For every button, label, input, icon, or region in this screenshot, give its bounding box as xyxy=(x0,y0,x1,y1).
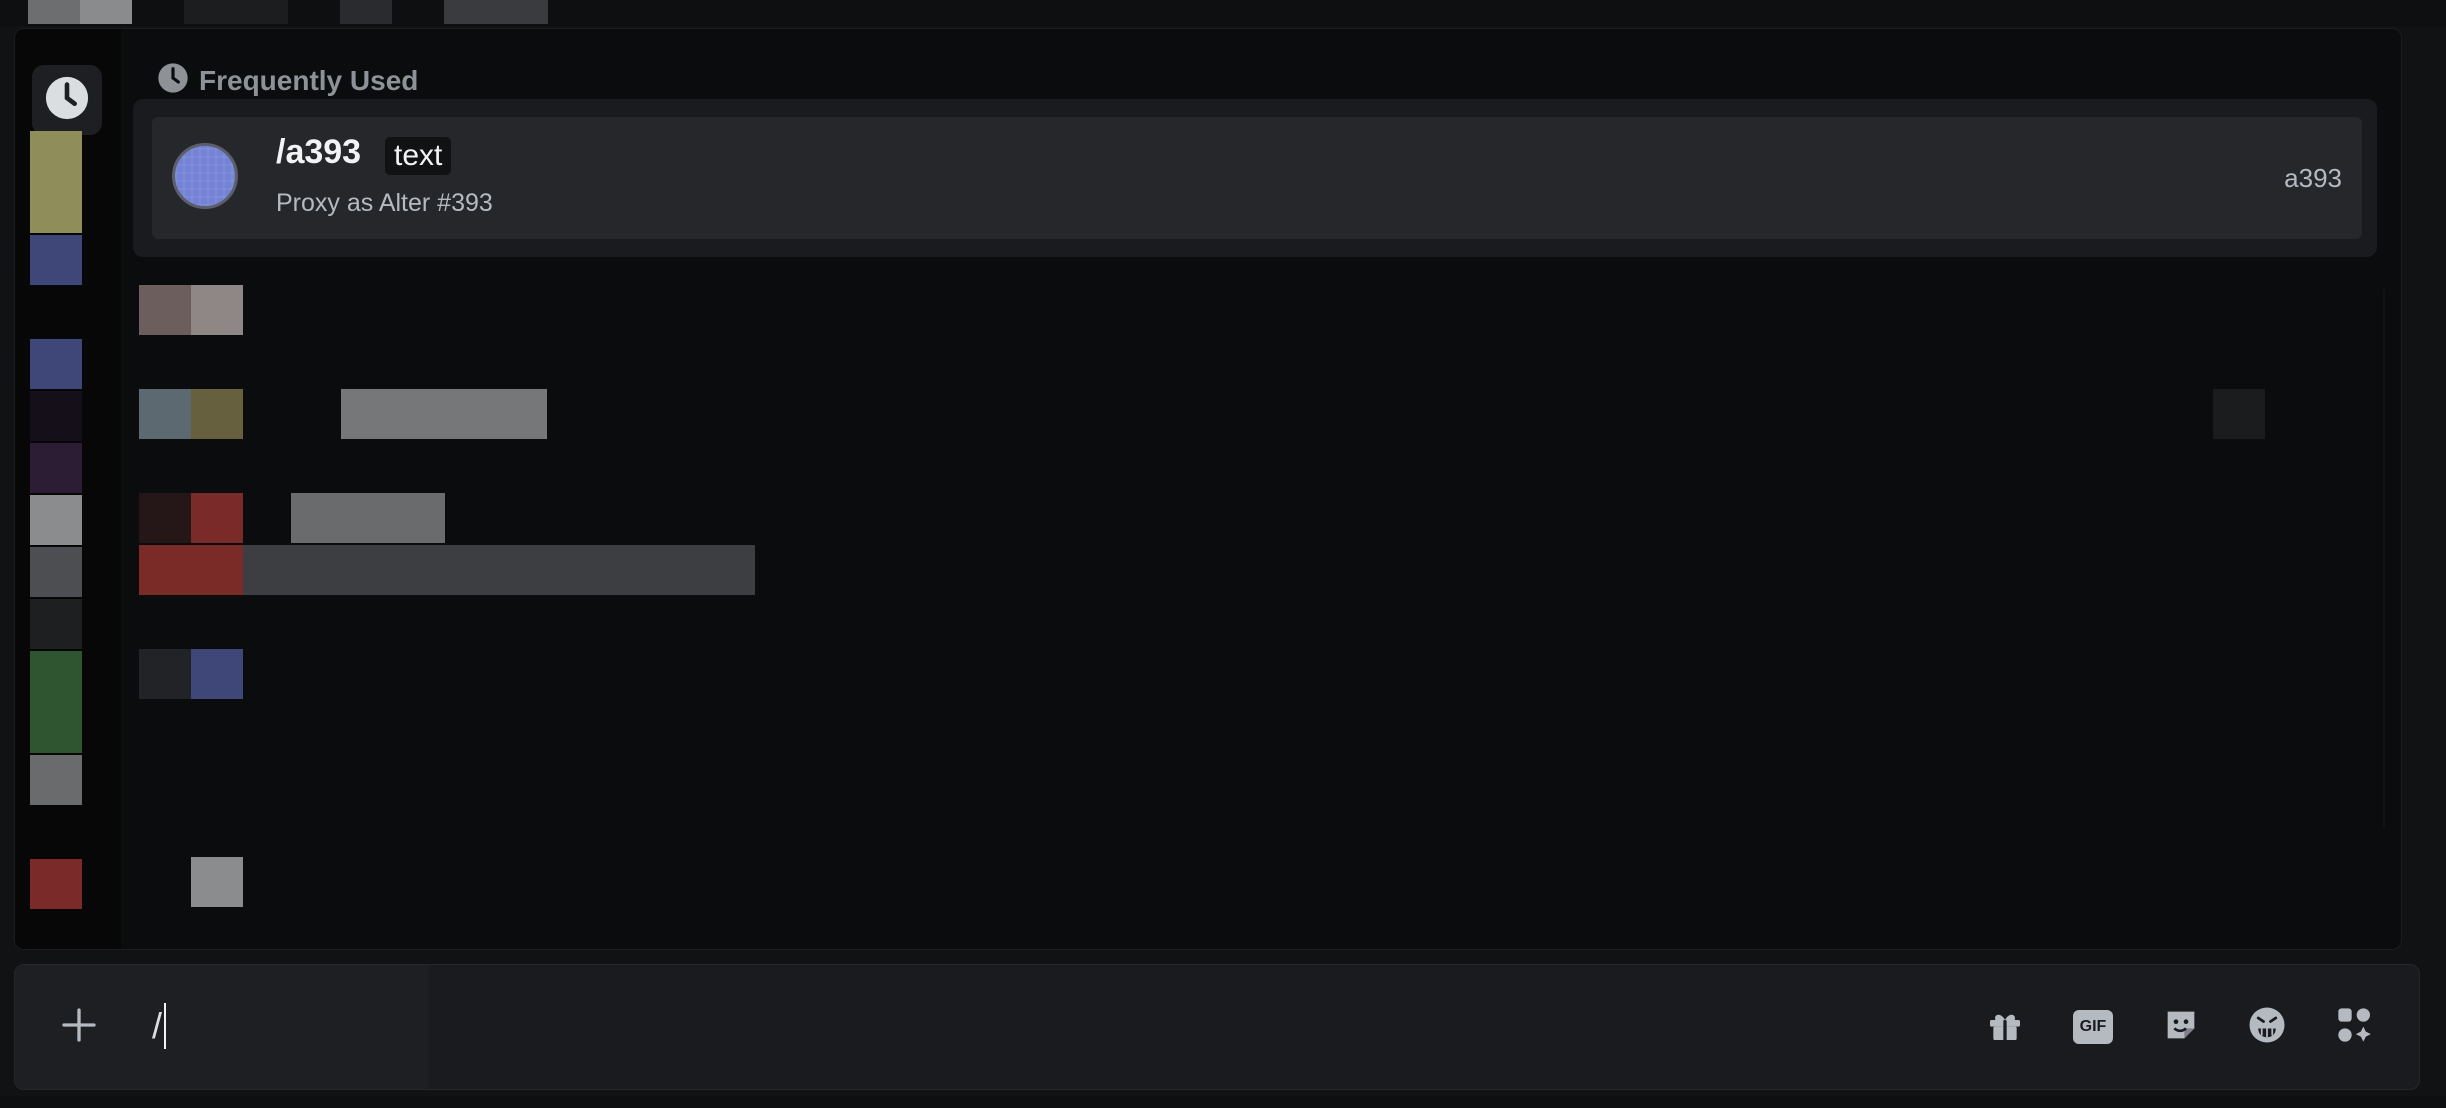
command-list-item[interactable] xyxy=(139,545,243,595)
sticker-button[interactable] xyxy=(2157,1003,2205,1051)
emoji-button[interactable] xyxy=(2243,1003,2291,1051)
attach-button[interactable] xyxy=(55,1003,103,1051)
command-list-item[interactable] xyxy=(139,493,191,543)
top-strip xyxy=(0,0,2446,26)
emoji-icon xyxy=(2246,1004,2288,1051)
command-list-item[interactable] xyxy=(341,389,547,439)
clock-icon xyxy=(44,75,90,126)
gift-icon xyxy=(1985,1005,2025,1050)
rail-app-icon[interactable] xyxy=(30,651,82,753)
rail-app-icon[interactable] xyxy=(30,443,82,493)
rail-app-icon[interactable] xyxy=(30,859,82,909)
rail-app-icon[interactable] xyxy=(30,391,82,441)
rail-app-icon[interactable] xyxy=(30,755,82,805)
command-name: /a393 xyxy=(276,133,362,171)
command-list-item[interactable] xyxy=(191,389,243,439)
rail-app-icon[interactable] xyxy=(30,495,82,545)
command-source: a393 xyxy=(2284,163,2342,193)
gif-button[interactable]: GIF xyxy=(2069,1003,2117,1051)
command-list-item[interactable] xyxy=(191,649,243,699)
command-list-item[interactable] xyxy=(191,285,243,335)
gift-button[interactable] xyxy=(1981,1003,2029,1051)
rail-app-icon[interactable] xyxy=(30,339,82,389)
gif-icon: GIF xyxy=(2073,1010,2113,1044)
section-title: Frequently Used xyxy=(199,65,419,96)
bottom-strip xyxy=(0,1096,2446,1108)
command-list-item[interactable] xyxy=(2213,389,2265,439)
command-picker-panel: Frequently Used /a393 text Proxy as Alte… xyxy=(14,28,2402,950)
rail-app-icon[interactable] xyxy=(30,547,82,597)
divider xyxy=(2383,289,2385,829)
command-description: Proxy as Alter #393 xyxy=(276,189,493,217)
message-composer: / GIF xyxy=(14,964,2420,1090)
apps-icon xyxy=(2335,1005,2375,1050)
command-list-item[interactable] xyxy=(243,545,755,595)
command-avatar xyxy=(172,143,238,209)
plus-icon xyxy=(59,1005,99,1050)
command-list-item[interactable] xyxy=(291,493,445,543)
section-frequently-used: Frequently Used xyxy=(157,61,418,101)
command-option-chip: text xyxy=(385,137,452,175)
app-rail xyxy=(15,29,121,949)
command-list-item[interactable] xyxy=(191,857,243,907)
rail-app-icon[interactable] xyxy=(30,131,82,233)
rail-app-icon[interactable] xyxy=(30,235,82,285)
message-input[interactable]: / xyxy=(152,1003,167,1049)
rail-recent-button[interactable] xyxy=(32,65,102,135)
sticker-icon xyxy=(2161,1005,2201,1050)
apps-button[interactable] xyxy=(2331,1003,2379,1051)
clock-icon xyxy=(157,62,189,101)
command-list-item[interactable] xyxy=(139,389,191,439)
command-item-a393[interactable]: /a393 text Proxy as Alter #393 a393 xyxy=(152,117,2362,239)
command-list-item[interactable] xyxy=(191,493,243,543)
command-list-item[interactable] xyxy=(139,285,191,335)
command-list-item[interactable] xyxy=(139,649,191,699)
rail-app-icon[interactable] xyxy=(30,599,82,649)
